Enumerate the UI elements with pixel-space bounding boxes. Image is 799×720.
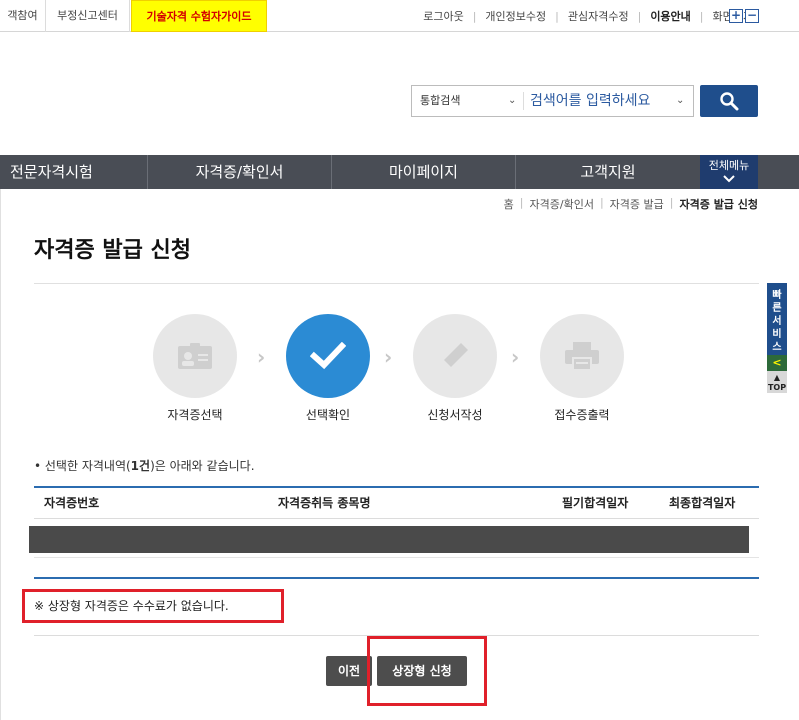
step-label-select: 자격증선택 <box>167 408 223 422</box>
caret-up-icon: ▲ <box>773 373 781 382</box>
search-icon <box>720 92 739 111</box>
selection-notice: • 선택한 자격내역(1건)은 아래와 같습니다. <box>34 457 255 474</box>
col-header-written-pass-date: 필기합격일자 <box>562 496 629 510</box>
chevron-right-icon: › <box>257 345 266 369</box>
step-label-confirm: 선택확인 <box>305 408 351 422</box>
step-label-write: 신청서작성 <box>427 408 483 422</box>
breadcrumb-separator: | <box>599 196 604 209</box>
notice-prefix: • 선택한 자격내역( <box>34 459 131 473</box>
selected-count: 1건 <box>130 459 151 473</box>
nav-professional-exam[interactable]: 전문자격시험 <box>0 155 148 189</box>
chevron-right-icon: › <box>384 345 393 369</box>
search-button[interactable] <box>700 85 758 117</box>
util-separator: | <box>699 9 704 23</box>
util-separator: | <box>555 9 559 23</box>
breadcrumb-separator: | <box>669 196 674 209</box>
id-card-icon <box>178 343 212 369</box>
content-left-border <box>0 189 1 720</box>
step-circle-confirm <box>286 314 370 398</box>
util-separator: | <box>472 9 477 23</box>
check-icon <box>310 342 346 370</box>
search-scope-select[interactable]: 통합검색 <box>420 86 460 116</box>
prev-button[interactable]: 이전 <box>326 656 372 686</box>
col-header-final-pass-date: 최종합격일자 <box>669 496 736 510</box>
chevron-down-icon[interactable]: ⌄ <box>676 86 684 116</box>
zoom-controls: + − <box>729 9 759 23</box>
table-row <box>29 526 749 553</box>
top-label: TOP <box>767 383 787 392</box>
fee-note: ※ 상장형 자격증은 수수료가 없습니다. <box>22 589 284 623</box>
breadcrumb-certificates[interactable]: 자격증/확인서 <box>530 196 594 212</box>
printer-icon <box>565 342 599 371</box>
search-input[interactable] <box>530 86 670 116</box>
notice-suffix: )은 아래와 같습니다. <box>150 459 255 473</box>
table-row-divider <box>34 557 759 558</box>
page-title: 자격증 발급 신청 <box>34 238 191 263</box>
pencil-icon <box>444 343 468 367</box>
apply-button-highlight <box>367 636 487 706</box>
step-circle-select <box>153 314 237 398</box>
usage-guide-link[interactable]: 이용안내 <box>650 8 690 24</box>
tab-participation[interactable]: 객참여 <box>0 0 46 32</box>
title-divider <box>34 283 759 284</box>
breadcrumb: 홈 | 자격증/확인서 | 자격증 발급 | 자격증 발급 신청 <box>504 196 758 212</box>
table-top-border <box>34 486 759 488</box>
col-header-cert-name: 자격증취득 종목명 <box>278 496 371 510</box>
step-circle-print <box>540 314 624 398</box>
breadcrumb-current: 자격증 발급 신청 <box>679 198 759 211</box>
step-circle-write <box>413 314 497 398</box>
quick-service-panel: 빠른서비스 < ▲ TOP <box>767 283 787 393</box>
breadcrumb-home[interactable]: 홈 <box>504 196 514 212</box>
edit-interests-link[interactable]: 관심자격수정 <box>568 8 629 24</box>
main-nav: 전문자격시험 자격증/확인서 마이페이지 고객지원 전체메뉴 <box>0 155 799 189</box>
search-box: 통합검색 ⌄ ⌄ <box>411 85 694 117</box>
tab-fraud-report[interactable]: 부정신고센터 <box>46 0 130 32</box>
zoom-out-button[interactable]: − <box>745 9 759 23</box>
search-divider <box>523 92 524 110</box>
all-menu-label: 전체메뉴 <box>708 159 750 172</box>
table-header-divider <box>34 518 759 519</box>
logout-link[interactable]: 로그아웃 <box>423 8 463 24</box>
chevron-down-icon[interactable]: ⌄ <box>508 86 516 116</box>
chevron-right-icon: › <box>511 345 520 369</box>
all-menu-button[interactable]: 전체메뉴 <box>700 155 758 189</box>
edit-profile-link[interactable]: 개인정보수정 <box>485 8 546 24</box>
top-button[interactable]: ▲ TOP <box>767 371 787 393</box>
step-label-print: 접수증출력 <box>554 408 610 422</box>
table-bottom-border <box>34 577 759 579</box>
nav-customer-support[interactable]: 고객지원 <box>516 155 700 189</box>
col-header-cert-number: 자격증번호 <box>44 496 100 510</box>
zoom-in-button[interactable]: + <box>729 9 743 23</box>
breadcrumb-issue[interactable]: 자격증 발급 <box>610 196 664 212</box>
quick-toggle-arrow[interactable]: < <box>767 355 787 371</box>
nav-mypage[interactable]: 마이페이지 <box>332 155 516 189</box>
breadcrumb-separator: | <box>519 196 524 209</box>
chevron-down-icon <box>723 175 735 183</box>
util-separator: | <box>637 9 642 23</box>
top-utility-bar: 객참여 부정신고센터 기술자격 수험자가이드 로그아웃 | 개인정보수정 | 관… <box>0 0 799 32</box>
nav-certificates[interactable]: 자격증/확인서 <box>148 155 332 189</box>
quick-service-button[interactable]: 빠른서비스 <box>767 283 787 355</box>
tab-exam-guide[interactable]: 기술자격 수험자가이드 <box>131 0 267 32</box>
